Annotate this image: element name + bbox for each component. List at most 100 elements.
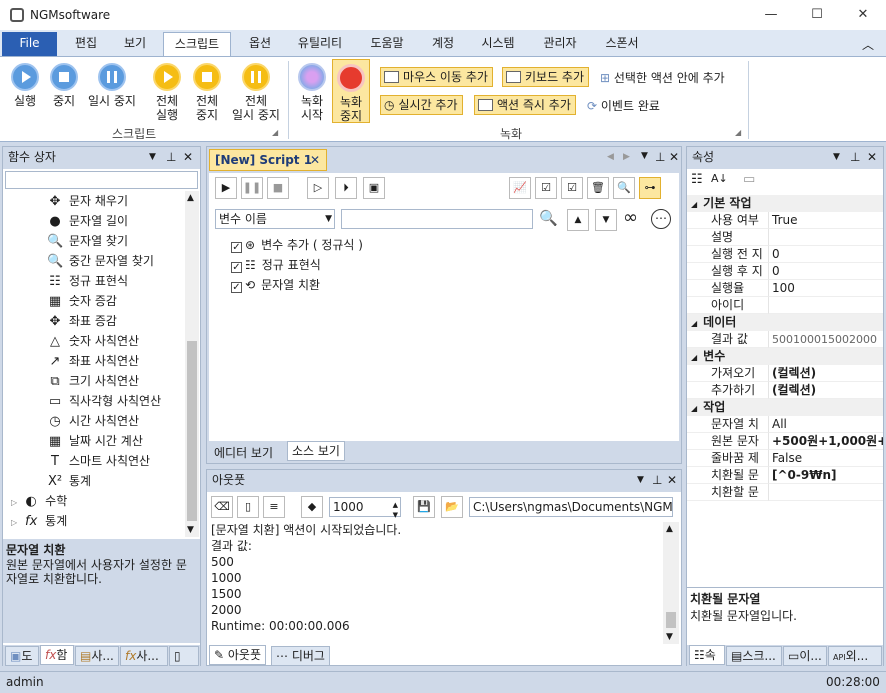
property-value[interactable]: 0: [769, 263, 883, 280]
pin-icon[interactable]: ⊥: [850, 147, 860, 168]
stop-all-button[interactable]: 전체 중지: [188, 63, 226, 122]
tab-script[interactable]: 스크립트: [163, 32, 231, 57]
check-button[interactable]: ☑: [561, 177, 583, 199]
eraser-button[interactable]: ◆: [301, 496, 323, 518]
property-row[interactable]: 아이디: [687, 297, 883, 314]
pin-icon[interactable]: ⊥: [655, 150, 665, 164]
property-row[interactable]: 실행 전 지0: [687, 246, 883, 263]
property-row[interactable]: 결과 값 500100015002000: [687, 331, 883, 348]
tab-document[interactable]: ▯: [169, 646, 199, 666]
line-count-stepper[interactable]: 1000 ▲ ▼: [329, 497, 401, 519]
property-value[interactable]: [769, 297, 883, 314]
tab-account[interactable]: 계정: [424, 32, 462, 56]
property-value[interactable]: [^0-9₩n]: [769, 467, 883, 484]
collapse-icon[interactable]: ◢: [691, 404, 697, 413]
stop-script-button[interactable]: ■: [267, 177, 289, 199]
property-value[interactable]: +500원+1,000원+1,: [769, 433, 883, 450]
property-value[interactable]: [769, 229, 883, 246]
panel-close-icon[interactable]: ✕: [667, 470, 677, 491]
tab-user1[interactable]: ▤사...: [75, 646, 119, 666]
property-row[interactable]: 설명: [687, 229, 883, 246]
move-down-button[interactable]: ▼: [595, 209, 617, 231]
function-item[interactable]: 🔍 중간 문자열 찾기: [47, 251, 185, 271]
property-row[interactable]: 문자열 치 All: [687, 416, 883, 433]
tab-user2[interactable]: fx사...: [120, 646, 168, 666]
record-stop-button[interactable]: 녹화 중지: [332, 59, 370, 123]
run-script-button[interactable]: ▶: [215, 177, 237, 199]
categorized-icon[interactable]: ☷: [691, 172, 703, 187]
tab-scroll-left-icon[interactable]: ◀: [607, 152, 614, 162]
tab-external[interactable]: API외...: [828, 646, 882, 666]
function-item[interactable]: ↗ 좌표 사칙연산: [47, 351, 185, 371]
tab-options[interactable]: 옵션: [238, 32, 282, 56]
variable-select[interactable]: 변수 이름 ▼: [215, 209, 335, 229]
tab-system[interactable]: 시스템: [474, 32, 522, 56]
property-value[interactable]: (컬렉션): [769, 382, 883, 399]
action-item[interactable]: ✓ ⟲ 문자열 치환: [215, 275, 675, 295]
property-value[interactable]: 500100015002000: [769, 331, 883, 348]
collapse-icon[interactable]: ◢: [691, 200, 697, 209]
function-item[interactable]: ▭ 직사각형 사칙연산: [47, 391, 185, 411]
action-item[interactable]: ✓ ☷ 정규 표현식: [215, 255, 675, 275]
tab-help[interactable]: 도움말: [363, 32, 411, 56]
property-row[interactable]: 실행 후 지0: [687, 263, 883, 280]
property-row[interactable]: 추가하기 (컬렉션): [687, 382, 883, 399]
pause-button[interactable]: 일시 중지: [84, 63, 140, 108]
collapse-icon[interactable]: ◢: [691, 353, 697, 362]
panel-menu-icon[interactable]: ▼: [833, 147, 840, 168]
save-button[interactable]: 💾: [413, 496, 435, 518]
dialog-launcher-icon[interactable]: ◢: [735, 128, 741, 137]
pin-icon[interactable]: ⊥: [166, 147, 176, 168]
property-value[interactable]: False: [769, 450, 883, 467]
open-folder-button[interactable]: 📂: [441, 496, 463, 518]
scroll-down-icon[interactable]: ▼: [187, 525, 194, 535]
variable-value-input[interactable]: [341, 209, 533, 229]
output-scrollbar[interactable]: ▲ ▼: [663, 522, 679, 644]
property-category[interactable]: ◢ 기본 작업: [687, 195, 883, 212]
function-scrollbar[interactable]: ▲ ▼: [185, 191, 199, 537]
tab-file[interactable]: File: [2, 32, 57, 56]
property-row[interactable]: 치환할 문: [687, 484, 883, 501]
function-item[interactable]: ✥ 문자 채우기: [47, 191, 185, 211]
pin-icon[interactable]: ⊥: [652, 470, 662, 491]
tab-debug[interactable]: ⋯ 디버그: [271, 646, 330, 666]
function-group[interactable]: ▷ fx 통계: [11, 511, 185, 531]
function-item[interactable]: ⧉ 크기 사칙연산: [47, 371, 185, 391]
pause-script-button[interactable]: ❚❚: [241, 177, 263, 199]
log-path-field[interactable]: C:\Users\ngmas\Documents\NGM6\: [469, 497, 673, 517]
scroll-thumb[interactable]: [666, 612, 676, 628]
property-pages-icon[interactable]: ▭: [743, 172, 755, 187]
save-log-button[interactable]: ▯: [237, 496, 259, 518]
infinity-icon[interactable]: ∞: [623, 207, 638, 228]
more-icon[interactable]: ⋯: [651, 209, 671, 229]
tab-view[interactable]: 보기: [112, 32, 158, 56]
clear-log-button[interactable]: ⌫: [211, 496, 233, 518]
stop-button[interactable]: 중지: [46, 63, 82, 108]
pause-all-button[interactable]: 전체 일시 중지: [228, 63, 284, 122]
tree-view-button[interactable]: ⊶: [639, 177, 661, 199]
scroll-down-icon[interactable]: ▼: [666, 632, 673, 642]
scroll-thumb[interactable]: [187, 341, 197, 521]
property-value[interactable]: 100: [769, 280, 883, 297]
minimize-button[interactable]: —: [748, 0, 794, 30]
tab-admin[interactable]: 관리자: [535, 32, 585, 56]
collapse-ribbon-icon[interactable]: ︿: [862, 36, 874, 53]
wrap-button[interactable]: ≡: [263, 496, 285, 518]
collapse-icon[interactable]: ◢: [691, 319, 697, 328]
property-category[interactable]: ◢ 데이터: [687, 314, 883, 331]
expand-icon[interactable]: ▷: [11, 498, 17, 507]
maximize-button[interactable]: ☐: [794, 0, 840, 30]
editor-tab-close-icon[interactable]: ✕: [310, 150, 320, 170]
tab-images[interactable]: ▭이...: [783, 646, 827, 666]
property-value[interactable]: All: [769, 416, 883, 433]
function-item[interactable]: 🔍 문자열 찾기: [47, 231, 185, 251]
property-value[interactable]: [769, 484, 883, 501]
expand-icon[interactable]: ▷: [11, 518, 17, 527]
search-button[interactable]: 🔍: [613, 177, 635, 199]
close-button[interactable]: ✕: [840, 0, 886, 30]
step-into-button[interactable]: ⏵: [335, 177, 357, 199]
action-checkbox[interactable]: ✓: [231, 262, 242, 273]
property-category[interactable]: ◢ 작업: [687, 399, 883, 416]
run-button[interactable]: 실행: [6, 63, 44, 108]
tab-output[interactable]: ✎ 아웃풋: [209, 645, 267, 665]
